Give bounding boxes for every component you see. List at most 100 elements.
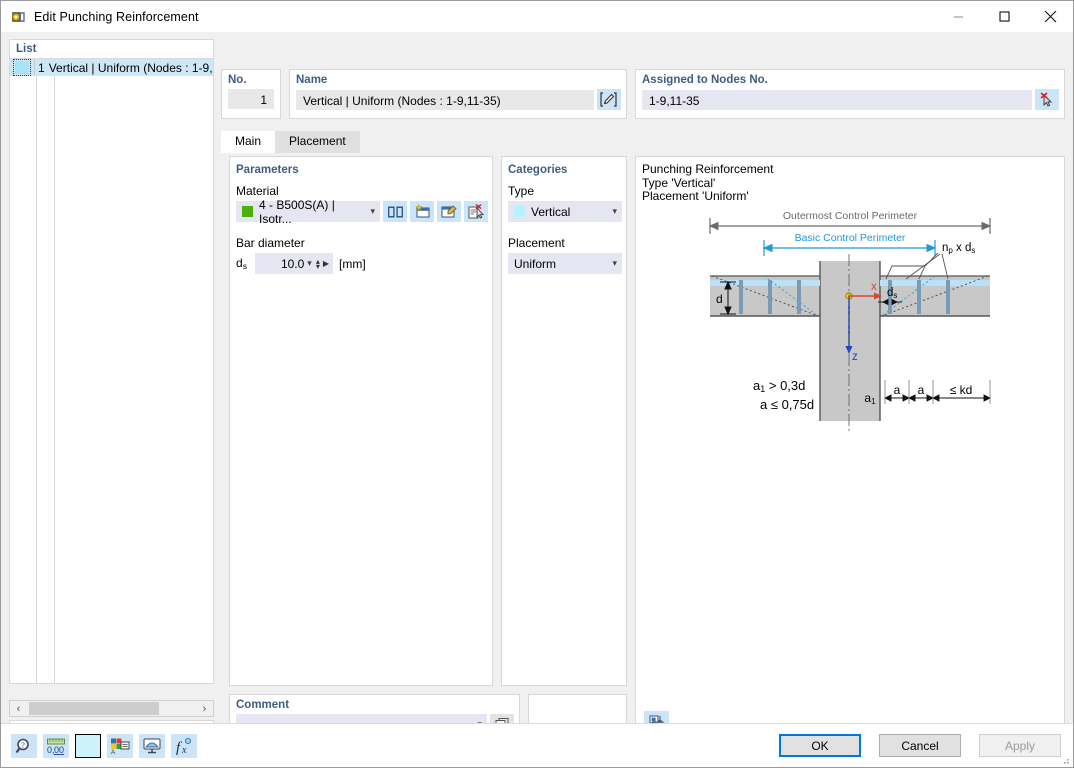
diagram-caption-line3: Placement 'Uniform' <box>642 189 749 203</box>
assigned-nodes-panel: Assigned to Nodes No. 1-9,11-35 <box>635 69 1065 119</box>
list-item[interactable]: 1 Vertical | Uniform (Nodes : 1-9,1 <box>10 59 213 76</box>
diagram-caption-line1: Punching Reinforcement <box>642 162 774 176</box>
chevron-down-icon: ▾ <box>612 206 617 216</box>
list-item-color-swatch <box>13 59 32 76</box>
type-color-swatch <box>514 206 525 217</box>
z-axis-label: z <box>852 351 858 363</box>
display-properties-button[interactable]: A <box>107 733 133 758</box>
resize-grip-icon[interactable] <box>1060 755 1070 765</box>
condition-a: a ≤ 0,75d <box>760 397 814 412</box>
bar-diameter-label: Bar diameter <box>236 236 305 250</box>
diagram-caption-line2: Type 'Vertical' <box>642 175 716 190</box>
number-label: No. <box>228 74 247 86</box>
list-column-divider-1 <box>36 76 37 683</box>
scrollbar-thumb[interactable] <box>29 702 159 715</box>
bar-diameter-input[interactable]: 10.0 ▾ ▴ ▾ ▶ <box>255 253 333 274</box>
chevron-down-icon: ▾ <box>370 206 375 216</box>
chevron-down-icon[interactable]: ▾ <box>307 258 312 269</box>
list-column-divider-2 <box>54 76 55 683</box>
bar-diameter-symbol: ds <box>236 256 247 271</box>
bar-diameter-value: 10.0 <box>280 256 305 271</box>
spinner-arrows-icon[interactable]: ▴ ▾ <box>316 257 320 270</box>
list-body[interactable]: 1 Vertical | Uniform (Nodes : 1-9,1 <box>10 59 213 683</box>
name-edit-button[interactable] <box>597 89 621 110</box>
scroll-right-arrow-icon[interactable]: › <box>196 701 213 716</box>
render-view-button[interactable] <box>139 733 165 758</box>
assigned-nodes-label: Assigned to Nodes No. <box>642 74 768 86</box>
chevron-down-icon: ▾ <box>612 258 617 268</box>
condition-a1: a1 > 0,3d <box>753 378 805 394</box>
comment-label: Comment <box>236 699 290 711</box>
a-label-2: a <box>918 383 925 397</box>
material-delete-button[interactable] <box>464 201 488 222</box>
type-value: Vertical <box>531 204 571 219</box>
name-input[interactable]: Vertical | Uniform (Nodes : 1-9,11-35) <box>296 89 594 110</box>
assigned-nodes-input[interactable]: 1-9,11-35 <box>642 89 1032 110</box>
play-arrow-icon[interactable]: ▶ <box>323 259 329 268</box>
parameters-title: Parameters <box>236 164 299 176</box>
close-button[interactable] <box>1027 1 1073 32</box>
punching-reinforcement-diagram: Outermost Control Perimeter Basic Contro… <box>708 210 992 434</box>
list-item-color-cell <box>10 59 36 76</box>
effective-depth-band-right <box>880 279 990 286</box>
name-panel: Name Vertical | Uniform (Nodes : 1-9,11-… <box>289 69 627 119</box>
type-row: Vertical ▾ <box>508 201 626 222</box>
d-label: d <box>716 292 723 306</box>
material-select[interactable]: 4 - B500S(A) | Isotr... ▾ <box>236 198 380 226</box>
number-value: 1 <box>228 89 274 109</box>
x-axis-label: x <box>871 281 877 293</box>
svg-text:00: 00 <box>54 745 64 755</box>
book-icon <box>387 206 403 217</box>
formula-button[interactable]: f x <box>171 733 197 758</box>
window-controls <box>935 1 1073 32</box>
material-edit-button[interactable] <box>437 201 461 222</box>
number-panel: No. 1 <box>221 69 281 119</box>
list-horizontal-scrollbar[interactable]: ‹ › <box>9 700 214 717</box>
material-color-swatch <box>242 206 253 217</box>
pick-nodes-cursor-icon <box>1040 91 1053 107</box>
list-header: List <box>10 40 213 59</box>
dialog-buttons: OK Cancel Apply <box>761 734 1061 757</box>
title-bar: Edit Punching Reinforcement <box>1 1 1073 32</box>
basic-perimeter-label: Basic Control Perimeter <box>795 232 906 244</box>
type-label: Type <box>508 184 535 198</box>
material-value: 4 - B500S(A) | Isotr... <box>259 197 335 226</box>
edit-material-icon <box>441 205 457 218</box>
pick-nodes-button[interactable] <box>1035 89 1059 110</box>
units-icon: 0, 00 <box>47 738 65 755</box>
type-select[interactable]: Vertical ▾ <box>508 201 622 222</box>
color-swatch-button[interactable] <box>75 733 101 758</box>
svg-text:?: ? <box>21 741 25 750</box>
ok-button[interactable]: OK <box>779 734 861 757</box>
list-panel: List 1 Vertical | Uniform (Nodes : 1-9,1 <box>9 39 214 684</box>
units-decimals-button[interactable]: 0, 00 <box>43 733 69 758</box>
bottom-bar: ? 0, 00 A f x OK Cancel Apply <box>1 723 1073 767</box>
scroll-left-arrow-icon[interactable]: ‹ <box>10 701 27 716</box>
tab-strip: Main Placement <box>221 131 360 153</box>
window-title: Edit Punching Reinforcement <box>34 9 199 24</box>
maximize-button[interactable] <box>981 1 1027 32</box>
outermost-perimeter-label: Outermost Control Perimeter <box>783 210 918 222</box>
punching-reinforcement-icon <box>10 9 26 25</box>
tab-placement[interactable]: Placement <box>275 131 360 153</box>
rename-pencil-icon <box>600 92 617 107</box>
material-new-button[interactable] <box>410 201 434 222</box>
tab-main[interactable]: Main <box>221 131 276 153</box>
name-label: Name <box>296 74 328 86</box>
placement-row: Uniform ▾ <box>508 253 626 274</box>
categories-title: Categories <box>508 164 568 176</box>
render-icon <box>143 738 161 753</box>
diagram-caption: Punching Reinforcement Type 'Vertical' P… <box>642 162 1064 204</box>
display-properties-icon: A <box>111 738 130 755</box>
svg-text:A: A <box>111 750 115 755</box>
bar-diameter-unit: [mm] <box>339 256 366 271</box>
list-item-label: Vertical | Uniform (Nodes : 1-9,1 <box>48 60 213 75</box>
cancel-button[interactable]: Cancel <box>879 734 961 757</box>
dialog-window: Edit Punching Reinforcement List 1 Verti… <box>0 0 1074 768</box>
placement-select[interactable]: Uniform ▾ <box>508 253 622 274</box>
material-library-button[interactable] <box>383 201 407 222</box>
minimize-button[interactable] <box>935 1 981 32</box>
info-magnifier-button[interactable]: ? <box>11 733 37 758</box>
material-row: 4 - B500S(A) | Isotr... ▾ <box>236 198 492 226</box>
bar-diameter-symbol-subscript: s <box>242 260 247 271</box>
